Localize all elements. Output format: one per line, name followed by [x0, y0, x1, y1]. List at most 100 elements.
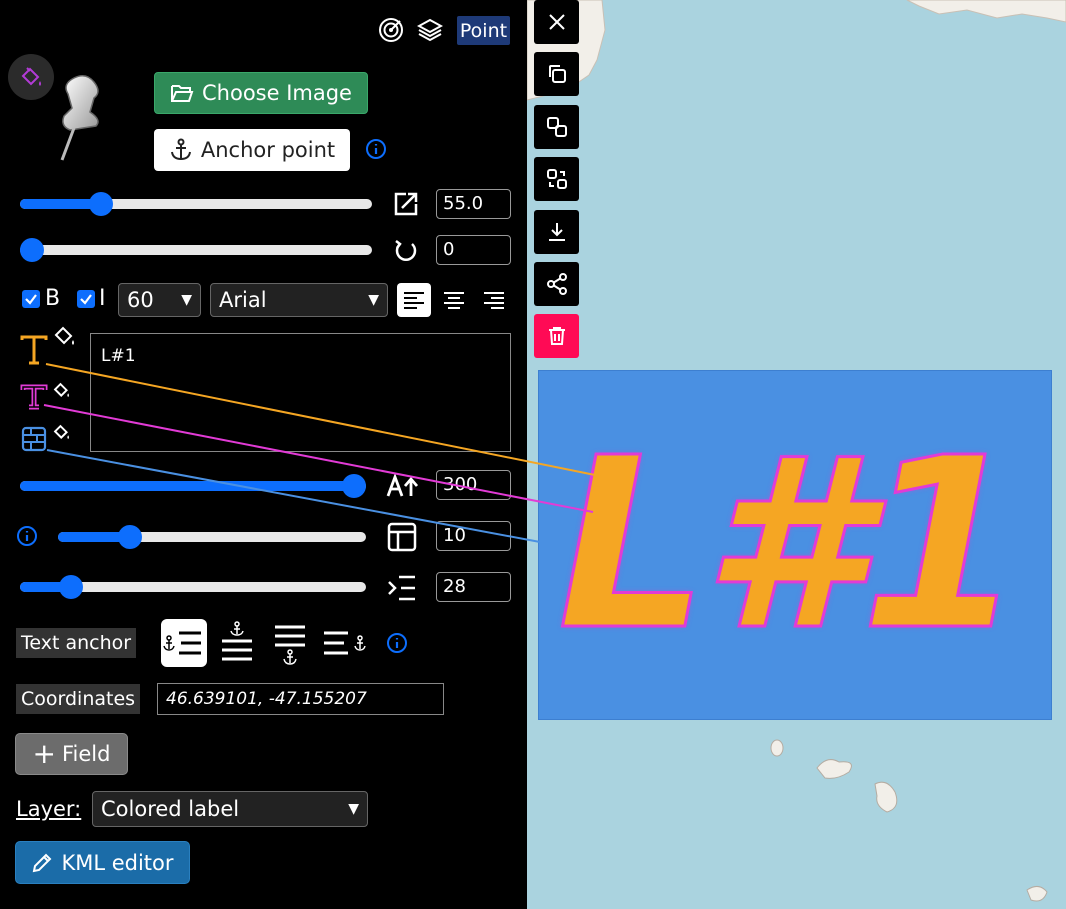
italic-label: I	[99, 286, 106, 311]
align-right-icon	[484, 292, 504, 309]
geometry-type-badge[interactable]: Point	[457, 16, 510, 45]
padding-slider[interactable]	[58, 525, 366, 549]
trash-icon	[548, 327, 565, 345]
kml-editor-button[interactable]: KML editor	[15, 841, 190, 884]
chevron-down-icon: ▼	[368, 292, 379, 308]
outline-color-icon[interactable]	[20, 384, 48, 410]
label-text-area[interactable]: L#1	[90, 333, 511, 452]
scale-icon-wrap	[390, 188, 422, 220]
download-icon	[548, 223, 565, 241]
bold-checkbox[interactable]	[22, 290, 40, 308]
font-size-select[interactable]: 60 ▼	[118, 283, 201, 317]
duplicate-button[interactable]	[534, 105, 579, 149]
text-anchor-label: Text anchor	[16, 628, 137, 658]
italic-checkbox[interactable]	[77, 290, 95, 308]
layer-value: Colored label	[101, 797, 240, 821]
text-fill-bucket-icon[interactable]	[52, 324, 78, 350]
text-anchor-info-icon[interactable]	[386, 632, 408, 654]
rotation-icon-wrap	[390, 234, 422, 266]
font-grow-icon-wrap	[385, 470, 421, 502]
max-width-slider-fill	[20, 481, 354, 491]
line-height-input[interactable]: 28	[436, 572, 511, 602]
choose-image-button[interactable]: Choose Image	[154, 72, 368, 114]
move-button[interactable]	[534, 157, 579, 201]
align-center-button[interactable]	[437, 283, 471, 317]
align-left-button[interactable]	[397, 283, 431, 317]
anchor-right-icon	[324, 631, 366, 655]
radar-icon	[379, 18, 403, 42]
anchor-point-button[interactable]: Anchor point	[154, 129, 350, 171]
kml-editor-label: KML editor	[61, 850, 174, 875]
text-anchor-left-option[interactable]	[161, 619, 207, 667]
align-center-icon	[444, 292, 464, 309]
bold-label: B	[45, 286, 61, 311]
checkmark-icon	[25, 294, 37, 305]
rotate-icon	[395, 240, 417, 261]
choose-image-label: Choose Image	[202, 81, 352, 105]
scale-slider-thumb[interactable]	[88, 192, 113, 216]
text-anchor-right-option[interactable]	[322, 619, 368, 667]
padding-info-icon[interactable]	[16, 525, 38, 547]
share-icon	[546, 273, 567, 295]
padding-input[interactable]: 10	[436, 521, 511, 551]
text-color-icon[interactable]	[19, 334, 49, 366]
background-color-icon[interactable]	[21, 426, 47, 452]
move-icon	[546, 169, 567, 189]
add-field-label: Field	[61, 742, 111, 766]
background-fill-bucket-icon[interactable]	[52, 423, 72, 443]
anchor-info-icon[interactable]	[365, 138, 387, 160]
max-width-input[interactable]: 300	[436, 470, 511, 500]
text-anchor-top-option[interactable]	[214, 619, 260, 667]
download-button[interactable]	[534, 210, 579, 254]
chevron-down-icon: ▼	[348, 801, 359, 817]
layout-padding-icon	[387, 522, 417, 552]
line-height-slider[interactable]	[20, 575, 366, 599]
copy-icon	[548, 65, 566, 83]
layer-label: Layer:	[16, 797, 82, 821]
max-width-slider[interactable]	[20, 474, 366, 498]
rotation-slider[interactable]	[20, 238, 372, 262]
scale-slider[interactable]	[20, 192, 372, 216]
map-label-box[interactable]: L#1	[538, 370, 1052, 720]
plus-icon: +	[32, 737, 56, 770]
copy-button[interactable]	[534, 52, 579, 96]
coordinates-input[interactable]: 46.639101, -47.155207	[157, 683, 444, 715]
layers-button[interactable]	[416, 16, 444, 44]
close-icon	[548, 14, 565, 30]
line-height-icon-wrap	[386, 572, 418, 604]
pencil-icon	[33, 853, 52, 872]
share-button[interactable]	[534, 262, 579, 306]
rotation-input[interactable]: 0	[436, 235, 511, 265]
coordinates-label: Coordinates	[16, 684, 141, 714]
max-width-slider-thumb[interactable]	[342, 474, 366, 498]
outline-fill-bucket-icon[interactable]	[52, 381, 72, 401]
anchor-bottom-icon	[275, 625, 305, 665]
add-field-button[interactable]: + Field	[15, 733, 128, 775]
resize-icon	[394, 192, 418, 216]
layers-icon	[417, 18, 443, 42]
duplicate-icon	[546, 117, 567, 137]
anchor-point-label: Anchor point	[200, 138, 336, 162]
line-height-slider-thumb[interactable]	[58, 575, 83, 599]
layer-select[interactable]: Colored label ▼	[92, 791, 368, 827]
anchor-icon	[170, 138, 191, 161]
align-right-button[interactable]	[477, 283, 511, 317]
text-anchor-bottom-option[interactable]	[267, 619, 313, 667]
padding-slider-thumb[interactable]	[117, 525, 142, 549]
font-family-select[interactable]: Arial ▼	[210, 283, 388, 317]
rotation-slider-thumb[interactable]	[20, 238, 44, 262]
anchor-left-icon	[163, 631, 201, 655]
close-button[interactable]	[534, 0, 579, 44]
chevron-down-icon: ▼	[181, 292, 192, 308]
delete-button[interactable]	[534, 314, 579, 358]
properties-panel: Point Choose Image Anchor point 55.0 0 B…	[0, 0, 527, 909]
scale-input[interactable]: 55.0	[436, 189, 511, 219]
padding-icon-wrap	[386, 521, 418, 553]
map-label-text: L#1	[556, 407, 1026, 682]
indent-icon	[388, 575, 415, 601]
font-size-increase-icon	[386, 474, 419, 497]
radar-button[interactable]	[377, 16, 405, 44]
map-view[interactable]: L#1	[527, 0, 1066, 909]
font-family-value: Arial	[219, 288, 267, 312]
checkmark-icon	[80, 294, 92, 305]
